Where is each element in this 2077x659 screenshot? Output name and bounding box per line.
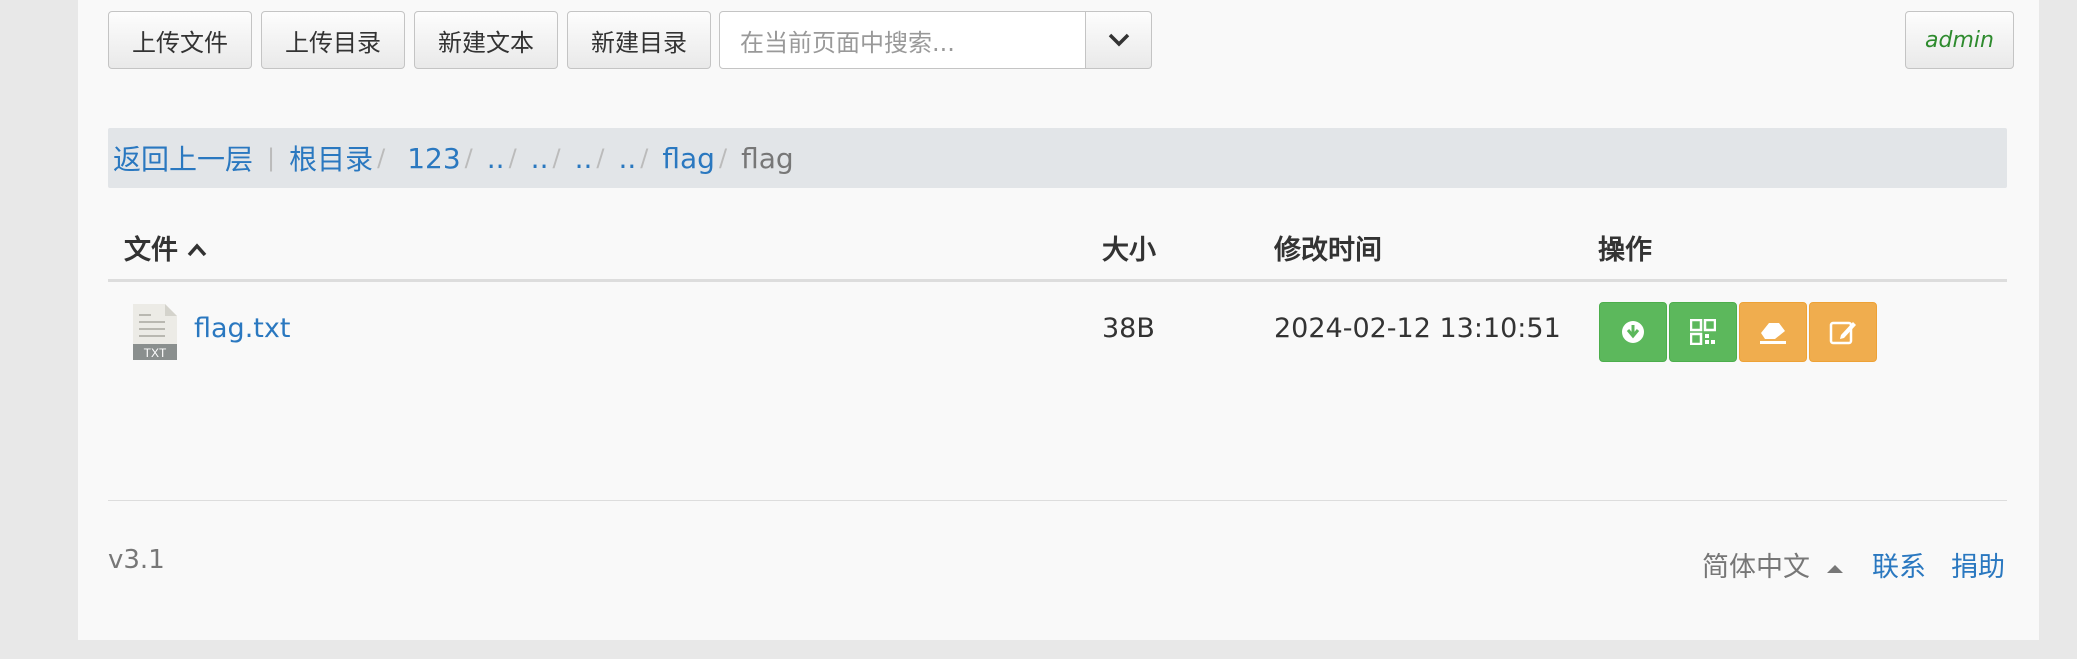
search-input[interactable]: 在当前页面中搜索... xyxy=(719,11,1086,69)
column-mtime[interactable]: 修改时间 xyxy=(1274,228,1382,267)
edit-icon xyxy=(1829,321,1856,345)
column-actions: 操作 xyxy=(1598,235,1652,266)
download-button[interactable] xyxy=(1599,302,1667,362)
qrcode-button[interactable] xyxy=(1669,302,1737,362)
language-label: 简体中文 xyxy=(1702,552,1810,583)
edit-button[interactable] xyxy=(1809,302,1877,362)
breadcrumb-item[interactable]: .. xyxy=(531,142,549,175)
txt-file-icon: TXT xyxy=(133,304,177,360)
separator: / xyxy=(508,144,517,172)
donate-link[interactable]: 捐助 xyxy=(1951,545,2005,584)
search-dropdown-button[interactable] xyxy=(1085,11,1152,69)
breadcrumb-item[interactable]: .. xyxy=(618,142,636,175)
upload-dir-button[interactable]: 上传目录 xyxy=(261,11,405,69)
upload-file-button[interactable]: 上传文件 xyxy=(108,11,252,69)
column-name-label: 文件 xyxy=(124,235,178,266)
sort-up-icon xyxy=(188,243,207,257)
rename-button[interactable] xyxy=(1739,302,1807,362)
new-text-button[interactable]: 新建文本 xyxy=(414,11,558,69)
table-row: TXT flag.txt 38B 2024-02-12 13:10:51 xyxy=(108,282,2007,382)
svg-text:TXT: TXT xyxy=(144,346,167,360)
breadcrumb: 返回上一层 | 根目录 / 123 / .. / .. / .. / .. / … xyxy=(108,128,2007,188)
file-manager-panel: 上传文件 上传目录 新建文本 新建目录 在当前页面中搜索... admin 返回… xyxy=(78,0,2039,640)
root-link[interactable]: 根目录 xyxy=(289,138,373,178)
separator: / xyxy=(596,144,605,172)
divider: | xyxy=(267,144,276,172)
file-size: 38B xyxy=(1102,313,1155,344)
breadcrumb-item[interactable]: 123 xyxy=(407,142,460,175)
separator: / xyxy=(718,144,728,172)
breadcrumb-item[interactable]: .. xyxy=(575,142,593,175)
language-selector[interactable]: 简体中文 xyxy=(1702,545,1843,584)
separator: / xyxy=(377,144,386,172)
separator: / xyxy=(552,144,561,172)
file-mtime: 2024-02-12 13:10:51 xyxy=(1274,313,1561,344)
column-name[interactable]: 文件 xyxy=(124,228,207,267)
breadcrumb-item[interactable]: flag xyxy=(662,142,715,175)
separator: / xyxy=(640,144,649,172)
chevron-down-icon xyxy=(1108,33,1129,47)
user-button[interactable]: admin xyxy=(1905,11,2014,69)
breadcrumb-current: flag xyxy=(741,141,794,175)
eraser-icon xyxy=(1760,323,1786,344)
caret-up-icon xyxy=(1826,565,1843,573)
new-dir-button[interactable]: 新建目录 xyxy=(567,11,711,69)
breadcrumb-item[interactable]: .. xyxy=(487,142,505,175)
download-icon xyxy=(1622,321,1644,343)
separator: / xyxy=(464,144,473,172)
qrcode-icon xyxy=(1690,319,1716,345)
back-link[interactable]: 返回上一层 xyxy=(113,138,253,178)
version-label: v3.1 xyxy=(108,545,165,575)
divider xyxy=(108,500,2007,501)
table-header: 文件 大小 修改时间 操作 xyxy=(108,210,2007,282)
contact-link[interactable]: 联系 xyxy=(1872,545,1926,584)
column-size[interactable]: 大小 xyxy=(1102,228,1156,267)
file-link[interactable]: flag.txt xyxy=(194,313,290,344)
